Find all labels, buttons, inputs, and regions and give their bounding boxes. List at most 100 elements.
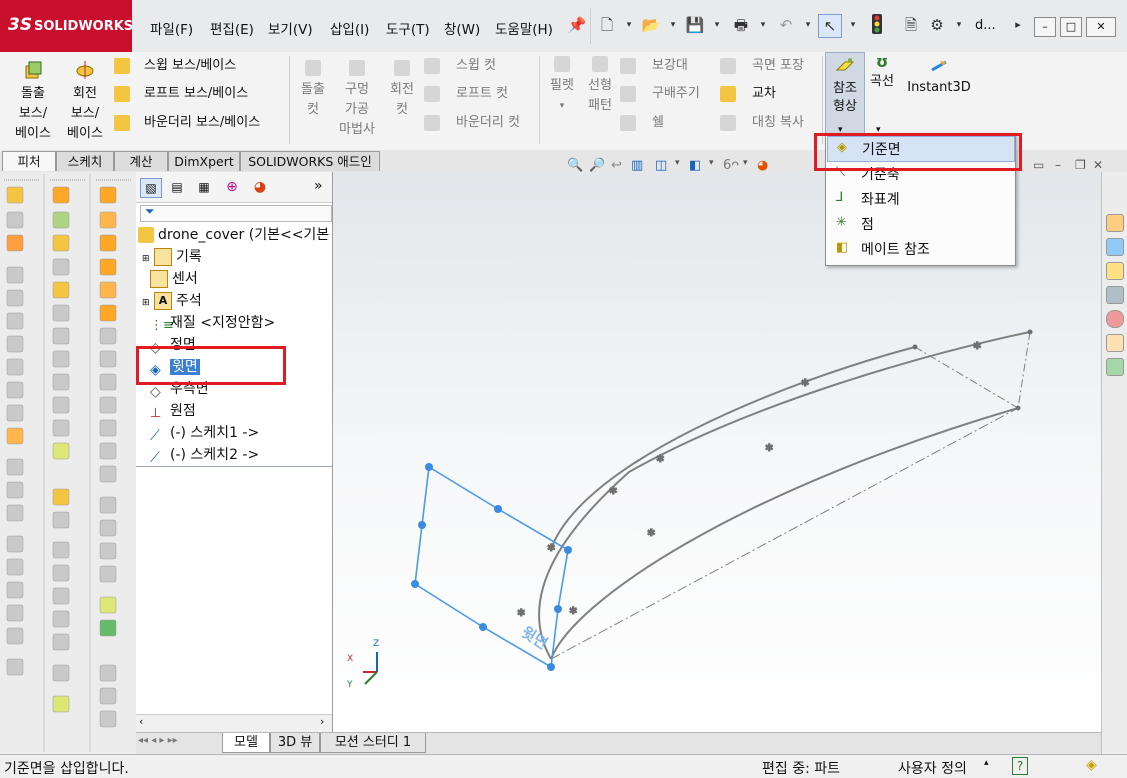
view-orientation-icon[interactable]: ◫ [655,158,667,173]
viewport-layout-icon[interactable]: ▭ [1033,158,1044,172]
dropdown-item-point[interactable]: ✳ 점 [827,212,1013,236]
hole-wizard-button[interactable]: 구멍 가공 마법사 [336,60,378,140]
close-button[interactable]: ✕ [1086,17,1116,37]
tree-item-annotations[interactable]: ⊞ A 주석 [142,290,202,312]
loft-cut-button[interactable]: 로프트 컷 [456,84,508,104]
section-view-icon[interactable]: ▥ [631,158,643,173]
viewport-restore-icon[interactable]: ❐ [1075,158,1086,172]
tab-sketch[interactable]: 스케치 [56,151,114,171]
tree-horizontal-scrollbar[interactable]: ‹ › [136,714,332,732]
menu-file[interactable]: 파일(F) [150,18,193,38]
zoom-to-area-icon[interactable]: 🔎 [589,158,605,173]
draft-button[interactable]: 구배주기 [652,84,700,104]
expand-arrow-icon[interactable]: ▸ [1007,14,1029,36]
new-document-icon[interactable]: 🗋 [596,14,618,36]
undo-icon[interactable]: ↶ [775,14,797,36]
reference-geometry-button[interactable]: 참조 형상 [825,52,865,134]
display-manager-tab-icon[interactable]: ◕ [250,178,270,196]
tab-evaluate[interactable]: 계산 [114,151,168,171]
extrude-cut-button[interactable]: 돌출 컷 [296,60,330,120]
expand-plus-icon[interactable]: ⊞ [142,298,150,308]
design-library-icon[interactable] [1106,238,1124,256]
appearances-icon[interactable] [1106,310,1124,328]
chevron-down-icon[interactable]: ▾ [752,14,774,36]
tab-model[interactable]: 모델 [222,733,270,753]
expand-panel-icon[interactable]: » [314,178,323,194]
boundary-boss-button[interactable]: 바운더리 보스/베이스 [144,113,260,133]
solidworks-resources-icon[interactable] [1106,214,1124,232]
display-style-icon[interactable]: ◧ [689,158,701,173]
chevron-down-icon[interactable]: ▾ [545,96,579,116]
menu-insert[interactable]: 삽입(I) [330,18,369,38]
chevron-down-icon[interactable]: ▾ [709,158,714,168]
intersect-button[interactable]: 교차 [752,84,776,104]
expand-plus-icon[interactable]: ⊞ [142,254,150,264]
chevron-down-icon[interactable]: ▾ [618,14,640,36]
menu-view[interactable]: 보기(V) [268,18,313,38]
revolve-boss-button[interactable]: 회전 보스/ 베이스 [63,60,107,144]
boundary-cut-button[interactable]: 바운더리 컷 [456,113,520,133]
feature-manager-tab-icon[interactable]: ▧ [140,178,162,198]
scroll-left-icon[interactable]: ‹ [139,715,143,728]
maximize-button[interactable]: □ [1060,17,1082,37]
file-explorer-icon[interactable] [1106,262,1124,280]
status-units[interactable]: 사용자 정의 [898,758,967,778]
extrude-boss-button[interactable]: 돌출 보스/ 베이스 [12,60,54,144]
tree-root[interactable]: drone_cover (기본<<기본 [138,224,329,246]
chevron-down-icon[interactable]: ▾ [948,14,970,36]
curves-button[interactable]: ʊ 곡선 [866,52,898,92]
instant3d-button[interactable]: Instant3D [906,58,972,98]
shell-button[interactable]: 쉘 [652,113,664,133]
open-folder-icon[interactable]: 📂 [640,14,662,36]
tab-dimxpert[interactable]: DimXpert [168,151,240,171]
help-icon[interactable]: ? [1012,757,1028,775]
property-manager-tab-icon[interactable]: ▤ [167,178,187,196]
menu-help[interactable]: 도움말(H) [495,18,553,38]
tab-features[interactable]: 피처 [2,151,56,171]
options-gear-icon[interactable]: ⚙ [926,14,948,36]
tree-item-sensors[interactable]: 센서 [150,268,198,290]
revolve-cut-button[interactable]: 회전 컷 [384,60,420,120]
hide-show-items-icon[interactable]: 6ᴖ [723,158,739,173]
tag-icon[interactable]: ◈ [1086,757,1097,773]
chevron-down-icon[interactable]: ▾ [797,14,819,36]
chevron-down-icon[interactable]: ▾ [662,14,684,36]
filter-bar[interactable]: ⏷ [140,204,332,222]
dimxpert-manager-tab-icon[interactable]: ⊕ [222,178,242,196]
mirror-button[interactable]: 대칭 복사 [752,113,804,133]
custom-properties-icon[interactable] [1106,334,1124,352]
wrap-button[interactable]: 곡면 포장 [752,56,804,76]
tab-nav-arrows-icon[interactable]: ◂◂ ◂ ▸ ▸▸ [138,735,178,746]
tree-item-history[interactable]: ⊞ 기록 [142,246,202,268]
tab-solidworks-addins[interactable]: SOLIDWORKS 애드인 [240,151,380,171]
dropdown-item-coordinate-system[interactable]: ⅃ 좌표계 [827,187,1013,211]
file-properties-icon[interactable]: 🗎 [900,14,922,36]
minimize-button[interactable]: – [1034,17,1056,37]
chevron-down-icon[interactable]: ▾ [706,14,728,36]
chevron-down-icon[interactable]: ▾ [842,14,864,36]
viewport-minimize-icon[interactable]: – [1055,158,1061,172]
menu-tools[interactable]: 도구(T) [386,18,430,38]
menu-window[interactable]: 창(W) [444,18,480,38]
tree-item-sketch2[interactable]: ⟋ (-) 스케치2 -> [150,444,259,466]
sweep-cut-button[interactable]: 스윕 컷 [456,56,496,76]
fillet-button[interactable]: 필렛 ▾ [545,56,579,116]
configuration-manager-tab-icon[interactable]: ▦ [194,178,214,196]
tree-item-material[interactable]: ⋮≡재질 <지정안함> [150,312,275,334]
chevron-up-icon[interactable]: ▴ [984,758,989,768]
forum-icon[interactable] [1106,358,1124,376]
chevron-down-icon[interactable]: ▾ [675,158,680,168]
dropdown-item-mate-reference[interactable]: ◧ 메이트 참조 [827,237,1013,261]
save-icon[interactable]: 💾 [684,14,706,36]
rib-button[interactable]: 보강대 [652,56,688,76]
tab-motion-study[interactable]: 모션 스터디 1 [320,733,426,753]
tree-item-sketch1[interactable]: ⟋ (-) 스케치1 -> [150,422,259,444]
viewport-close-icon[interactable]: ✕ [1093,158,1103,172]
scroll-right-icon[interactable]: › [320,715,324,728]
tab-3d-view[interactable]: 3D 뷰 [270,733,320,753]
loft-boss-button[interactable]: 로프트 보스/베이스 [144,84,248,104]
previous-view-icon[interactable]: ↩ [611,158,622,173]
menu-edit[interactable]: 편집(E) [210,18,254,38]
tree-item-origin[interactable]: ⊥ 원점 [150,400,196,422]
print-icon[interactable]: 🖶 [730,14,752,36]
